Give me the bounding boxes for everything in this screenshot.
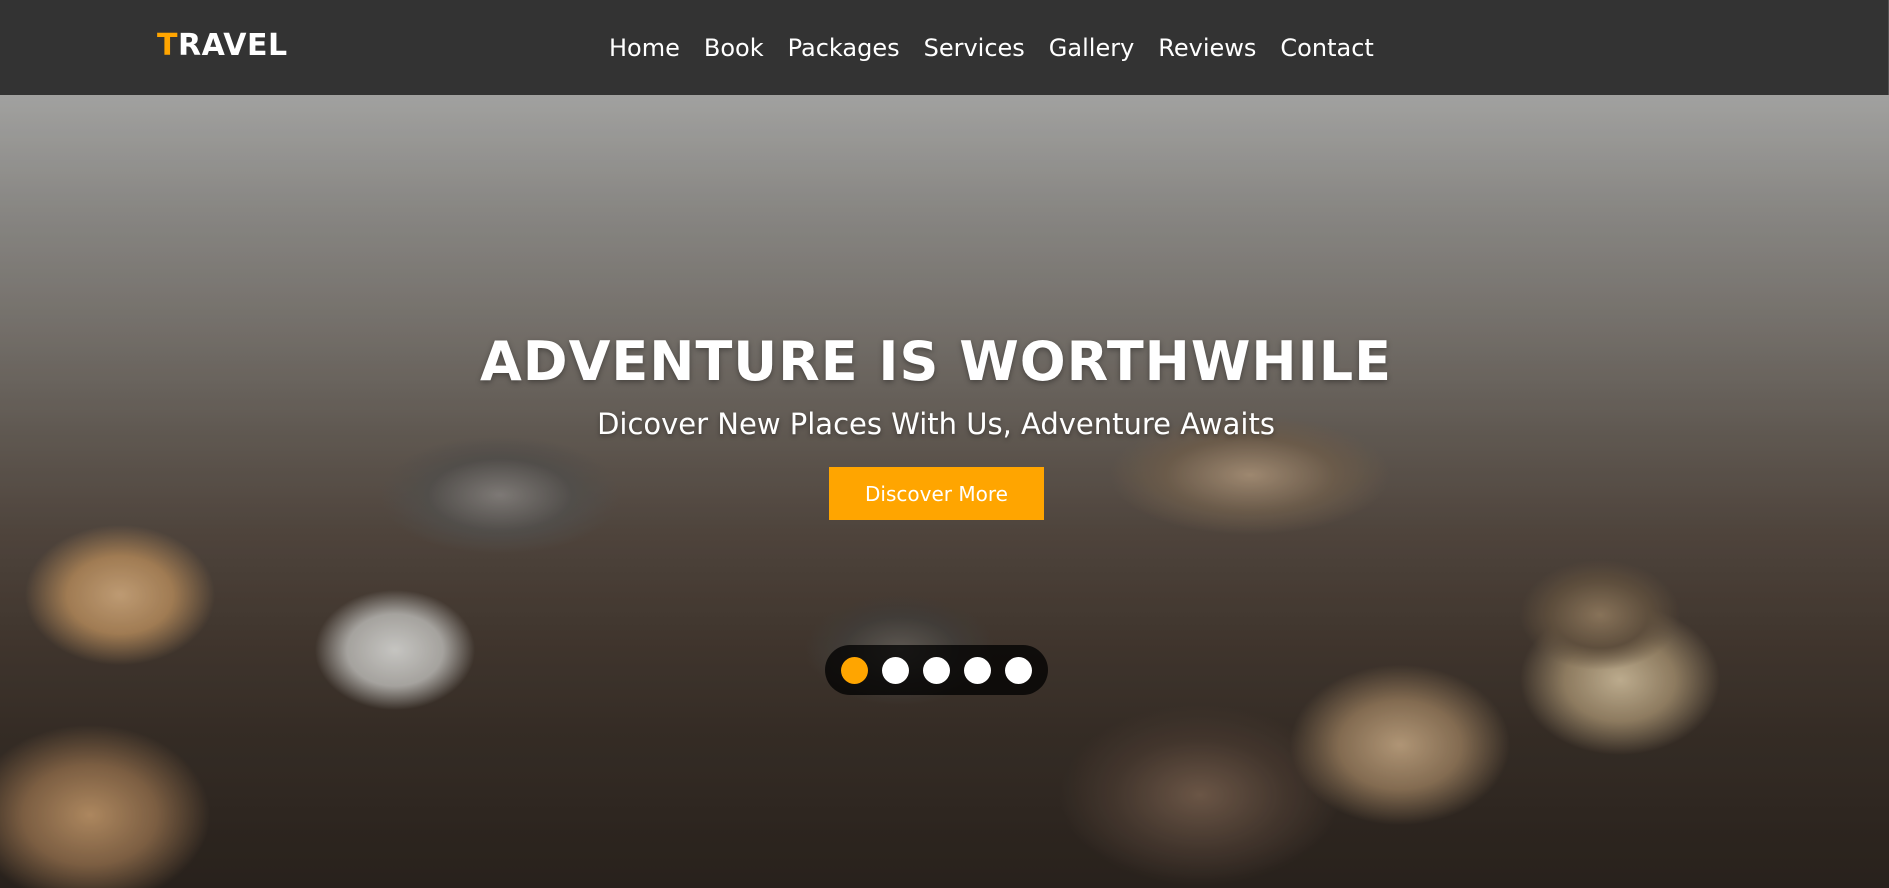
logo-accent-letter: T	[157, 28, 178, 63]
logo-text: RAVEL	[177, 28, 288, 63]
nav-link-gallery[interactable]: Gallery	[1049, 33, 1134, 63]
hero-title: ADVENTURE IS WORTHWHILE	[479, 330, 1393, 393]
hero-section: ADVENTURE IS WORTHWHILE Dicover New Plac…	[0, 95, 1889, 888]
slider-dot[interactable]	[1005, 656, 1032, 684]
nav-link-services[interactable]: Services	[924, 33, 1025, 63]
nav-links: Home Book Packages Services Gallery Revi…	[609, 33, 1398, 63]
nav-link-reviews[interactable]: Reviews	[1158, 33, 1256, 63]
slider-dot[interactable]	[841, 656, 868, 684]
nav-link-packages[interactable]: Packages	[788, 33, 900, 63]
slider-dots	[825, 645, 1048, 695]
brand-logo[interactable]: TRAVEL	[157, 28, 288, 63]
nav-link-contact[interactable]: Contact	[1280, 33, 1373, 63]
nav-link-home[interactable]: Home	[609, 33, 680, 63]
nav-link-book[interactable]: Book	[704, 33, 764, 63]
slider-dot[interactable]	[964, 656, 991, 684]
top-navbar: TRAVEL Home Book Packages Services Galle…	[0, 0, 1889, 95]
discover-more-button[interactable]: Discover More	[829, 467, 1044, 520]
hero-subtitle: Dicover New Places With Us, Adventure Aw…	[597, 407, 1275, 441]
slider-dot[interactable]	[882, 656, 909, 684]
slider-dot[interactable]	[923, 656, 950, 684]
